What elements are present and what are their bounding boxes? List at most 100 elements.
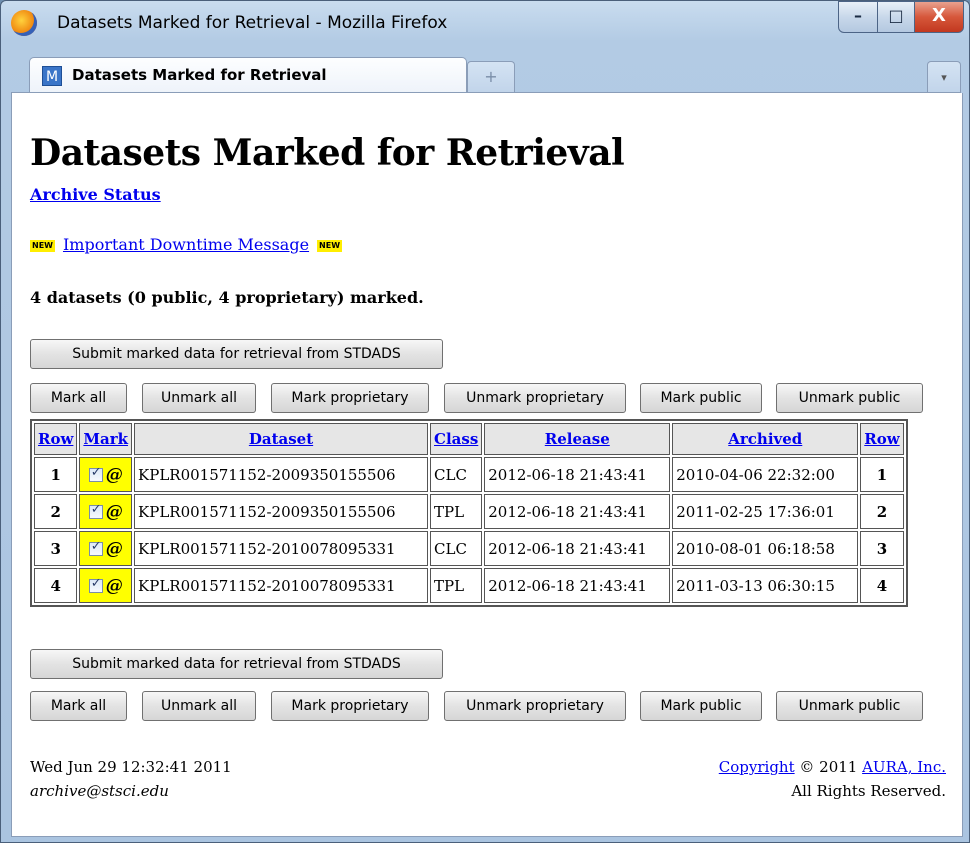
col-row: Row bbox=[34, 423, 78, 455]
maximize-button[interactable]: □ bbox=[877, 1, 915, 33]
mark-all-button-bottom[interactable]: Mark all bbox=[30, 691, 127, 721]
datasets-table: Row Mark Dataset Class Release Archived … bbox=[30, 419, 908, 607]
new-badge-icon: NEW bbox=[317, 239, 343, 252]
dataset-name: KPLR001571152-2009350155506 bbox=[134, 494, 429, 529]
dataset-class: TPL bbox=[430, 568, 483, 603]
copyright-link[interactable]: Copyright bbox=[719, 758, 795, 776]
contact-email[interactable]: archive@stsci.edu bbox=[30, 779, 232, 803]
tab-label: Datasets Marked for Retrieval bbox=[72, 66, 327, 84]
submit-retrieval-button[interactable]: Submit marked data for retrieval from ST… bbox=[30, 339, 443, 369]
sort-class-link[interactable]: Class bbox=[434, 430, 478, 448]
archive-status-link[interactable]: Archive Status bbox=[30, 185, 161, 204]
maximize-icon: □ bbox=[888, 6, 904, 25]
copyright-line: Copyright © 2011 AURA, Inc. bbox=[719, 755, 946, 779]
archived-date: 2010-08-01 06:18:58 bbox=[672, 531, 859, 566]
tab-datasets-marked[interactable]: M Datasets Marked for Retrieval bbox=[29, 57, 467, 93]
col-release: Release bbox=[484, 423, 671, 455]
sort-row-end-link[interactable]: Row bbox=[864, 430, 899, 448]
title-bar: Datasets Marked for Retrieval - Mozilla … bbox=[1, 1, 969, 47]
table-row: 4 @ KPLR001571152-2010078095331 TPL 2012… bbox=[34, 568, 904, 603]
unmark-public-button-bottom[interactable]: Unmark public bbox=[776, 691, 923, 721]
mark-cell: @ bbox=[79, 568, 133, 603]
mark-cell: @ bbox=[79, 494, 133, 529]
release-date: 2012-06-18 21:43:41 bbox=[484, 568, 671, 603]
email-notify-icon[interactable]: @ bbox=[106, 576, 123, 596]
mark-checkbox[interactable] bbox=[88, 539, 103, 556]
unmark-public-button[interactable]: Unmark public bbox=[776, 383, 923, 413]
submit-retrieval-button-bottom[interactable]: Submit marked data for retrieval from ST… bbox=[30, 649, 443, 679]
mark-proprietary-button-bottom[interactable]: Mark proprietary bbox=[271, 691, 429, 721]
new-tab-button[interactable]: + bbox=[467, 61, 515, 93]
minimize-icon: – bbox=[854, 6, 862, 25]
mark-checkbox[interactable] bbox=[88, 502, 103, 519]
mark-proprietary-button[interactable]: Mark proprietary bbox=[271, 383, 429, 413]
release-date: 2012-06-18 21:43:41 bbox=[484, 531, 671, 566]
release-date: 2012-06-18 21:43:41 bbox=[484, 494, 671, 529]
mark-all-button[interactable]: Mark all bbox=[30, 383, 127, 413]
archived-date: 2010-04-06 22:32:00 bbox=[672, 457, 859, 492]
dataset-name: KPLR001571152-2010078095331 bbox=[134, 531, 429, 566]
col-mark: Mark bbox=[79, 423, 133, 455]
downtime-notice: NEW Important Downtime Message NEW bbox=[30, 235, 343, 254]
table-row: 2 @ KPLR001571152-2009350155506 TPL 2012… bbox=[34, 494, 904, 529]
email-notify-icon[interactable]: @ bbox=[106, 465, 123, 485]
page-content: Datasets Marked for Retrieval Archive St… bbox=[11, 93, 963, 837]
email-notify-icon[interactable]: @ bbox=[106, 502, 123, 522]
sort-release-link[interactable]: Release bbox=[545, 430, 610, 448]
sort-archived-link[interactable]: Archived bbox=[728, 430, 802, 448]
row-number: 2 bbox=[34, 494, 78, 529]
sort-mark-link[interactable]: Mark bbox=[83, 430, 128, 448]
dataset-class: TPL bbox=[430, 494, 483, 529]
archived-date: 2011-02-25 17:36:01 bbox=[672, 494, 859, 529]
tab-strip: M Datasets Marked for Retrieval + ▾ bbox=[11, 51, 961, 93]
close-icon: X bbox=[932, 5, 946, 26]
timestamp: Wed Jun 29 12:32:41 2011 bbox=[30, 758, 232, 776]
col-dataset: Dataset bbox=[134, 423, 429, 455]
row-number-end: 4 bbox=[860, 568, 904, 603]
mark-public-button[interactable]: Mark public bbox=[640, 383, 762, 413]
page-title: Datasets Marked for Retrieval bbox=[30, 132, 625, 174]
dataset-name: KPLR001571152-2009350155506 bbox=[134, 457, 429, 492]
unmark-proprietary-button-bottom[interactable]: Unmark proprietary bbox=[444, 691, 626, 721]
email-notify-icon[interactable]: @ bbox=[106, 539, 123, 559]
mark-checkbox[interactable] bbox=[88, 576, 103, 593]
rights-text: All Rights Reserved. bbox=[791, 782, 946, 800]
copyright-text: © 2011 bbox=[794, 758, 863, 776]
dataset-class: CLC bbox=[430, 531, 483, 566]
table-row: 1 @ KPLR001571152-2009350155506 CLC 2012… bbox=[34, 457, 904, 492]
minimize-button[interactable]: – bbox=[838, 1, 878, 33]
mark-checkbox[interactable] bbox=[88, 465, 103, 482]
col-row-end: Row bbox=[860, 423, 904, 455]
unmark-all-button-bottom[interactable]: Unmark all bbox=[142, 691, 256, 721]
mark-cell: @ bbox=[79, 531, 133, 566]
favicon-icon: M bbox=[42, 66, 62, 86]
row-number: 3 bbox=[34, 531, 78, 566]
mark-cell: @ bbox=[79, 457, 133, 492]
new-badge-icon: NEW bbox=[30, 239, 55, 252]
tab-list-button[interactable]: ▾ bbox=[927, 61, 961, 93]
browser-window: Datasets Marked for Retrieval - Mozilla … bbox=[0, 0, 970, 843]
unmark-all-button[interactable]: Unmark all bbox=[142, 383, 256, 413]
footer-right: Copyright © 2011 AURA, Inc. All Rights R… bbox=[719, 755, 946, 803]
col-class: Class bbox=[430, 423, 483, 455]
row-number: 4 bbox=[34, 568, 78, 603]
mark-public-button-bottom[interactable]: Mark public bbox=[640, 691, 762, 721]
archived-date: 2011-03-13 06:30:15 bbox=[672, 568, 859, 603]
footer-left: Wed Jun 29 12:32:41 2011 archive@stsci.e… bbox=[30, 755, 232, 803]
sort-row-link[interactable]: Row bbox=[38, 430, 73, 448]
dataset-name: KPLR001571152-2010078095331 bbox=[134, 568, 429, 603]
unmark-proprietary-button[interactable]: Unmark proprietary bbox=[444, 383, 626, 413]
release-date: 2012-06-18 21:43:41 bbox=[484, 457, 671, 492]
col-archived: Archived bbox=[672, 423, 859, 455]
row-number-end: 3 bbox=[860, 531, 904, 566]
sort-dataset-link[interactable]: Dataset bbox=[249, 430, 313, 448]
aura-link[interactable]: AURA, Inc. bbox=[862, 758, 946, 776]
close-button[interactable]: X bbox=[914, 1, 964, 33]
table-row: 3 @ KPLR001571152-2010078095331 CLC 2012… bbox=[34, 531, 904, 566]
downtime-message-link[interactable]: Important Downtime Message bbox=[63, 235, 309, 254]
dataset-class: CLC bbox=[430, 457, 483, 492]
table-header-row: Row Mark Dataset Class Release Archived … bbox=[34, 423, 904, 455]
row-number-end: 2 bbox=[860, 494, 904, 529]
window-title: Datasets Marked for Retrieval - Mozilla … bbox=[57, 13, 448, 33]
firefox-logo-icon bbox=[11, 10, 37, 36]
